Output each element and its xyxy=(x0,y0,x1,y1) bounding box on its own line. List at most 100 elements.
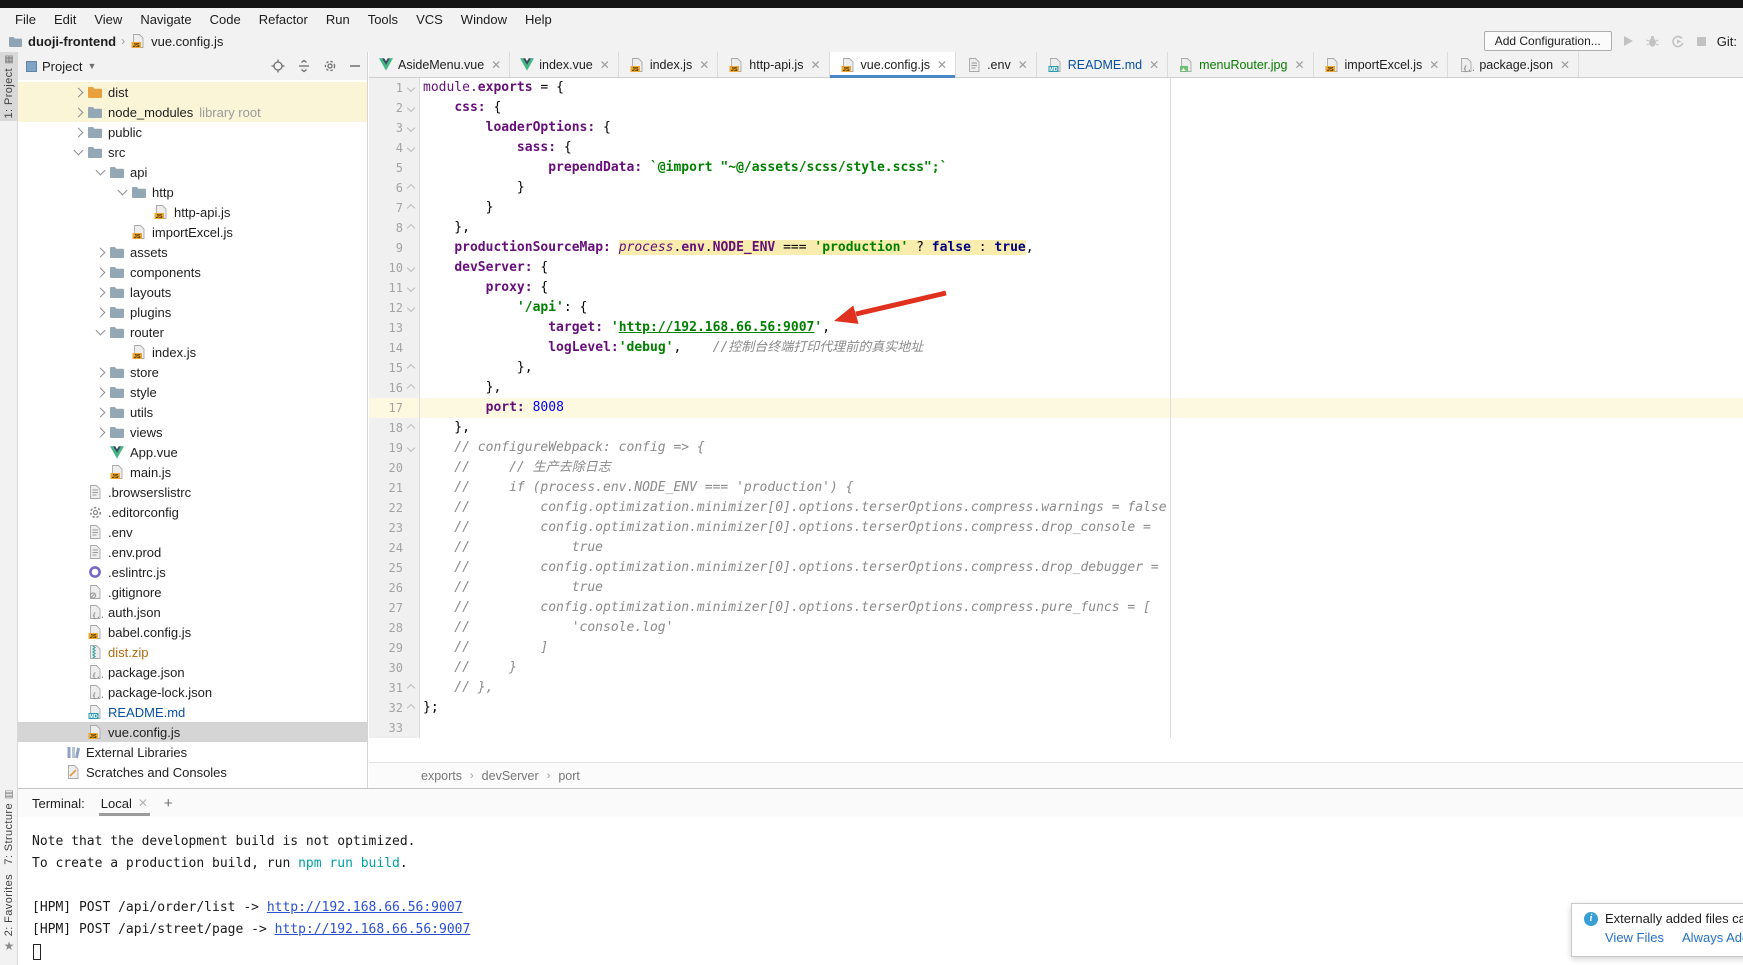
notification-action-view-files[interactable]: View Files xyxy=(1605,930,1664,945)
debug-icon[interactable] xyxy=(1646,35,1659,48)
code-line-25[interactable]: 25 // config.optimization.minimizer[0].o… xyxy=(369,558,1743,578)
code-line-16[interactable]: 16 }, xyxy=(369,378,1743,398)
chevron-down-icon[interactable] xyxy=(70,150,86,154)
code-line-15[interactable]: 15 }, xyxy=(369,358,1743,378)
menu-window[interactable]: Window xyxy=(452,12,516,27)
tree-item-layouts[interactable]: layouts xyxy=(18,282,367,302)
fold-marker-icon[interactable] xyxy=(403,225,419,231)
editor-tab-importexcel-js[interactable]: JSimportExcel.js✕ xyxy=(1314,52,1449,77)
tab-close-icon[interactable]: ✕ xyxy=(937,58,947,72)
chevron-right-icon[interactable] xyxy=(92,309,108,316)
menu-help[interactable]: Help xyxy=(516,12,561,27)
fold-marker-icon[interactable] xyxy=(403,445,419,451)
fold-marker-icon[interactable] xyxy=(403,205,419,211)
chevron-right-icon[interactable] xyxy=(70,109,86,116)
fold-marker-icon[interactable] xyxy=(403,385,419,391)
editor-breadcrumb-port[interactable]: port xyxy=(558,769,580,783)
tree-item-components[interactable]: components xyxy=(18,262,367,282)
editor-tab-index-vue[interactable]: index.vue✕ xyxy=(510,52,619,77)
terminal-url-link[interactable]: http://192.168.66.56:9007 xyxy=(275,922,471,937)
terminal-url-link[interactable]: http://192.168.66.56:9007 xyxy=(267,900,463,915)
hide-panel-icon[interactable] xyxy=(349,60,361,72)
add-configuration-button[interactable]: Add Configuration... xyxy=(1484,31,1612,51)
editor-tab-menurouter-jpg[interactable]: menuRouter.jpg✕ xyxy=(1168,52,1313,77)
terminal-tab-local[interactable]: Local ✕ xyxy=(99,791,150,816)
chevron-right-icon[interactable] xyxy=(92,269,108,276)
chevron-right-icon[interactable] xyxy=(92,429,108,436)
tab-close-icon[interactable]: ✕ xyxy=(1429,58,1439,72)
tree-item--gitignore[interactable]: .gitignore xyxy=(18,582,367,602)
tab-close-icon[interactable]: ✕ xyxy=(1560,58,1570,72)
menu-run[interactable]: Run xyxy=(317,12,359,27)
code-line-2[interactable]: 2 css: { xyxy=(369,98,1743,118)
fold-marker-icon[interactable] xyxy=(403,365,419,371)
code-line-10[interactable]: 10 devServer: { xyxy=(369,258,1743,278)
chevron-right-icon[interactable] xyxy=(70,129,86,136)
tree-item-public[interactable]: public xyxy=(18,122,367,142)
fold-marker-icon[interactable] xyxy=(403,105,419,111)
breadcrumb-file[interactable]: vue.config.js xyxy=(151,34,223,49)
project-view-dropdown-icon[interactable]: ▼ xyxy=(87,61,96,71)
fold-marker-icon[interactable] xyxy=(403,685,419,691)
tree-item-main-js[interactable]: JSmain.js xyxy=(18,462,367,482)
tree-item-babel-config-js[interactable]: JSbabel.config.js xyxy=(18,622,367,642)
code-line-14[interactable]: 14 logLevel:'debug', //控制台终端打印代理前的真实地址 xyxy=(369,338,1743,358)
code-line-31[interactable]: 31 // }, xyxy=(369,678,1743,698)
run-icon[interactable] xyxy=(1622,35,1634,47)
code-line-29[interactable]: 29 // ] xyxy=(369,638,1743,658)
tree-item-readme-md[interactable]: MDREADME.md xyxy=(18,702,367,722)
chevron-right-icon[interactable] xyxy=(92,289,108,296)
editor-tab-index-js[interactable]: JSindex.js✕ xyxy=(619,52,718,77)
chevron-down-icon[interactable] xyxy=(114,190,130,194)
tool-window-button-favorites[interactable]: 2: Favorites ★ xyxy=(0,874,18,953)
new-terminal-session-icon[interactable]: + xyxy=(164,795,173,812)
tree-item-vue-config-js[interactable]: JSvue.config.js xyxy=(18,722,367,742)
code-line-6[interactable]: 6 } xyxy=(369,178,1743,198)
tree-item--browserslistrc[interactable]: .browserslistrc xyxy=(18,482,367,502)
tab-close-icon[interactable]: ✕ xyxy=(1149,58,1159,72)
tree-item-external-libraries[interactable]: External Libraries xyxy=(18,742,367,762)
tab-close-icon[interactable]: ✕ xyxy=(810,58,820,72)
editor-breadcrumb-exports[interactable]: exports xyxy=(421,769,462,783)
tab-close-icon[interactable]: ✕ xyxy=(600,58,610,72)
code-line-20[interactable]: 20 // // 生产去除日志 xyxy=(369,458,1743,478)
tool-window-button-project[interactable]: ▦ 1: Project xyxy=(0,52,18,121)
fold-marker-icon[interactable] xyxy=(403,305,419,311)
tree-item-views[interactable]: views xyxy=(18,422,367,442)
tree-item-package-lock-json[interactable]: {..}package-lock.json xyxy=(18,682,367,702)
code-line-11[interactable]: 11 proxy: { xyxy=(369,278,1743,298)
tree-item-http[interactable]: http xyxy=(18,182,367,202)
tree-item-assets[interactable]: assets xyxy=(18,242,367,262)
menu-tools[interactable]: Tools xyxy=(359,12,407,27)
tree-item--env-prod[interactable]: .env.prod xyxy=(18,542,367,562)
code-line-8[interactable]: 8 }, xyxy=(369,218,1743,238)
code-editor[interactable]: 1module.exports = {2 css: {3 loaderOptio… xyxy=(369,78,1743,762)
fold-marker-icon[interactable] xyxy=(403,265,419,271)
tree-item-http-api-js[interactable]: JShttp-api.js xyxy=(18,202,367,222)
terminal-output[interactable]: Note that the development build is not o… xyxy=(18,817,1743,963)
tree-item-src[interactable]: src xyxy=(18,142,367,162)
tree-item-router[interactable]: router xyxy=(18,322,367,342)
code-line-23[interactable]: 23 // config.optimization.minimizer[0].o… xyxy=(369,518,1743,538)
fold-marker-icon[interactable] xyxy=(403,85,419,91)
menu-navigate[interactable]: Navigate xyxy=(131,12,200,27)
notification-action-always-add[interactable]: Always Add xyxy=(1682,930,1743,945)
editor-breadcrumb-devServer[interactable]: devServer xyxy=(482,769,539,783)
locate-file-icon[interactable] xyxy=(271,59,285,73)
code-line-4[interactable]: 4 sass: { xyxy=(369,138,1743,158)
menu-file[interactable]: File xyxy=(6,12,45,27)
code-line-3[interactable]: 3 loaderOptions: { xyxy=(369,118,1743,138)
breadcrumb-project[interactable]: duoji-frontend xyxy=(28,34,116,49)
fold-marker-icon[interactable] xyxy=(403,185,419,191)
menu-vcs[interactable]: VCS xyxy=(407,12,452,27)
chevron-right-icon[interactable] xyxy=(92,249,108,256)
code-line-13[interactable]: 13 target: 'http://192.168.66.56:9007', xyxy=(369,318,1743,338)
chevron-right-icon[interactable] xyxy=(70,89,86,96)
menu-code[interactable]: Code xyxy=(201,12,250,27)
tool-window-button-structure[interactable]: ▤ 7: Structure xyxy=(0,790,18,865)
tab-close-icon[interactable]: ✕ xyxy=(491,58,501,72)
tree-item-store[interactable]: store xyxy=(18,362,367,382)
collapse-all-icon[interactable] xyxy=(297,59,311,73)
code-line-30[interactable]: 30 // } xyxy=(369,658,1743,678)
tree-item-app-vue[interactable]: App.vue xyxy=(18,442,367,462)
